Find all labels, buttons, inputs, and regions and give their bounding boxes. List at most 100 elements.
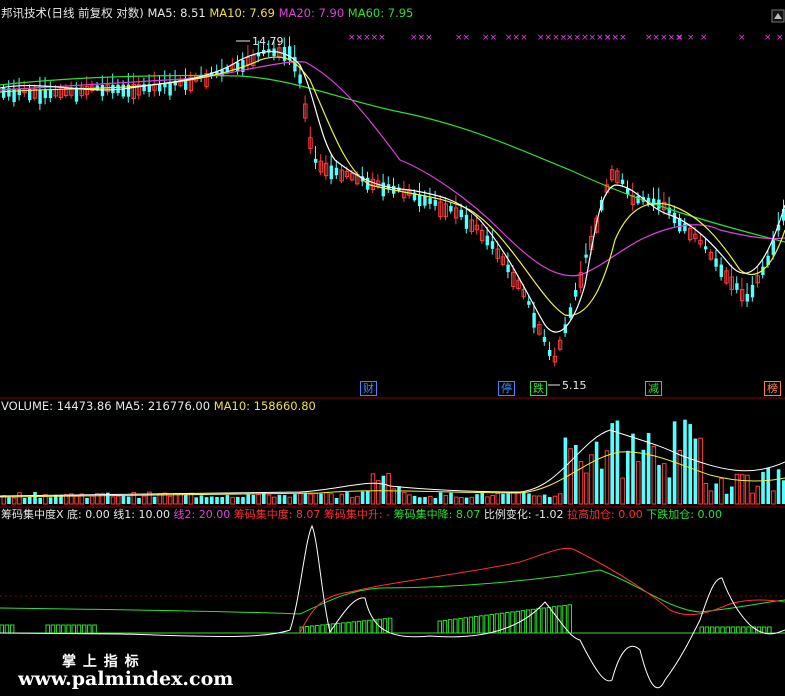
event-marker-reduce[interactable]: 减 — [645, 381, 662, 396]
volume-bar — [464, 497, 469, 504]
candle-body — [672, 212, 677, 224]
volume-bar — [620, 477, 625, 505]
line2-label: 线2: — [173, 508, 196, 521]
indicator-bar — [463, 617, 468, 634]
volume-bar — [594, 441, 599, 504]
volume-bar — [141, 495, 147, 505]
indicator-bar — [453, 618, 458, 634]
volume-bar — [282, 495, 287, 504]
volume-ma10-line — [0, 451, 785, 498]
indicator-bar — [494, 613, 500, 634]
volume-bar — [693, 438, 698, 504]
candle-body — [329, 165, 333, 180]
volume-bar — [236, 496, 240, 504]
scroll-arrow-icon[interactable] — [771, 9, 785, 23]
volume-bar — [583, 472, 589, 505]
stock-title: 邦讯技术(日线 前复权 对数) — [1, 6, 144, 20]
indicator-bar — [510, 611, 515, 634]
volume-bar — [755, 485, 761, 505]
volume-bar — [761, 471, 765, 504]
event-marker-list[interactable]: 榜 — [764, 381, 781, 396]
volume-bar — [48, 497, 53, 504]
volume-panel[interactable] — [0, 419, 785, 505]
ma10-label: MA10: — [209, 6, 246, 20]
cross-marker: ××× — [410, 33, 433, 43]
pullup-label: 拉高加仓: — [567, 508, 615, 521]
base-value: 0.00 — [85, 508, 110, 521]
line1-label: 线1: — [113, 508, 135, 521]
candle-body — [423, 196, 427, 206]
candle-body — [314, 158, 318, 163]
indicator-bar — [505, 612, 510, 634]
candle-body — [527, 301, 531, 305]
volume-bar — [230, 496, 235, 505]
conc-value: 8.07 — [295, 508, 321, 521]
volume-bar — [319, 493, 323, 504]
volume-ma10-value: 158660.80 — [253, 399, 316, 413]
stock-chart[interactable]: 14.79 5.15 ××××× ××× ×× ×× ××× ×××× ××××… — [0, 0, 785, 696]
volume-bar — [215, 497, 219, 504]
volume-bar — [381, 475, 386, 504]
indicator-bar — [351, 621, 356, 634]
volume-bar — [28, 496, 32, 504]
cross-marker: ×××× — [537, 33, 567, 43]
price-panel[interactable]: 14.79 5.15 ××××× ××× ×× ×× ××× ×××× ××××… — [0, 9, 785, 392]
volume-bar — [89, 495, 95, 505]
volume-bar — [506, 493, 510, 504]
volume-bar — [355, 495, 360, 505]
volume-bar — [199, 495, 204, 504]
indicator-bar — [61, 624, 66, 634]
candle-body — [111, 84, 115, 94]
event-marker-finance[interactable]: 财 — [360, 381, 377, 396]
volume-bar — [667, 477, 672, 504]
indicator-bar — [315, 624, 320, 634]
volume-bar — [297, 492, 303, 505]
volume-bar — [22, 497, 27, 504]
indicator-bar — [699, 626, 704, 634]
volume-bar — [349, 497, 355, 505]
candle-body — [38, 89, 42, 104]
volume-bar — [225, 495, 230, 504]
volume-bar — [641, 449, 646, 504]
volume-bar — [313, 492, 319, 505]
volume-bar — [516, 491, 521, 505]
candle-body — [490, 241, 495, 249]
volume-bar — [490, 495, 495, 505]
volume-bar — [719, 478, 724, 505]
indicator-bar — [9, 624, 15, 634]
indicator-bar — [45, 624, 50, 634]
volume-bar — [657, 464, 661, 504]
indicator-bar — [761, 626, 767, 634]
volume-bar — [574, 445, 578, 504]
pullup-value: 0.00 — [618, 508, 643, 521]
indicator-bar — [361, 620, 367, 634]
volume-bar — [246, 494, 250, 504]
indicator-bar — [87, 624, 92, 634]
event-marker-drop[interactable]: 跌 — [530, 381, 547, 396]
indicator-bar — [489, 614, 494, 634]
cross-marker: × — [676, 33, 684, 43]
volume-bar — [11, 497, 17, 505]
candlestick-series — [2, 36, 785, 367]
candle-body — [745, 293, 749, 302]
volume-bar — [531, 495, 537, 505]
volume-bar — [557, 493, 563, 505]
fall-value: 8.07 — [455, 508, 481, 521]
volume-bar — [438, 492, 443, 504]
event-cross-markers: ××××× ××× ×× ×× ××× ×××× ×××××× ××× ××××… — [348, 33, 784, 43]
volume-bar — [734, 473, 740, 505]
volume-bar — [194, 497, 198, 504]
candle-body — [548, 350, 552, 356]
cross-marker: × — [776, 33, 784, 43]
volume-bar — [115, 495, 121, 505]
indicator-bar — [304, 625, 310, 634]
candle-body — [620, 179, 625, 185]
event-marker-halt[interactable]: 停 — [498, 381, 515, 396]
volume-bar — [449, 492, 453, 504]
candle-body — [459, 209, 463, 218]
fall-label: 筹码集中降: — [393, 508, 453, 521]
volume-bar — [210, 496, 214, 504]
candle-body — [43, 89, 47, 99]
indicator-bar — [335, 622, 341, 634]
volume-bar — [184, 494, 188, 504]
